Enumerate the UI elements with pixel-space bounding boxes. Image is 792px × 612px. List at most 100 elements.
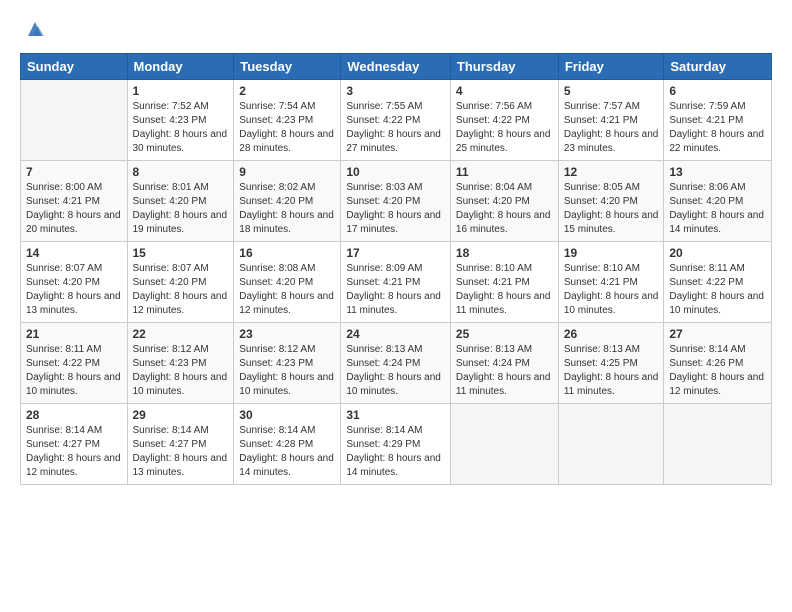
day-info: Sunrise: 7:59 AMSunset: 4:21 PMDaylight:… [669, 100, 766, 156]
daylight-text: Daylight: 8 hours and 10 minutes. [346, 372, 441, 397]
day-info: Sunrise: 8:12 AMSunset: 4:23 PMDaylight:… [239, 343, 335, 399]
calendar-cell [558, 404, 664, 485]
week-row-3: 14Sunrise: 8:07 AMSunset: 4:20 PMDayligh… [21, 242, 772, 323]
sunrise-text: Sunrise: 7:52 AM [133, 101, 209, 112]
day-info: Sunrise: 8:03 AMSunset: 4:20 PMDaylight:… [346, 181, 445, 237]
sunrise-text: Sunrise: 8:10 AM [564, 263, 640, 274]
day-number: 9 [239, 165, 335, 179]
sunset-text: Sunset: 4:20 PM [346, 196, 420, 207]
calendar-cell: 13Sunrise: 8:06 AMSunset: 4:20 PMDayligh… [664, 161, 772, 242]
sunrise-text: Sunrise: 8:08 AM [239, 263, 315, 274]
weekday-header-thursday: Thursday [450, 54, 558, 80]
day-info: Sunrise: 8:05 AMSunset: 4:20 PMDaylight:… [564, 181, 659, 237]
sunrise-text: Sunrise: 8:09 AM [346, 263, 422, 274]
calendar-cell: 1 Sunrise: 7:52 AMSunset: 4:23 PMDaylight… [127, 80, 234, 161]
calendar-cell: 25Sunrise: 8:13 AMSunset: 4:24 PMDayligh… [450, 323, 558, 404]
day-info: Sunrise: 8:11 AMSunset: 4:22 PMDaylight:… [26, 343, 122, 399]
day-number: 19 [564, 246, 659, 260]
calendar-cell: 24Sunrise: 8:13 AMSunset: 4:24 PMDayligh… [341, 323, 451, 404]
daylight-text: Daylight: 8 hours and 14 minutes. [346, 453, 441, 478]
sunrise-text: Sunrise: 8:14 AM [239, 425, 315, 436]
calendar-cell: 12 Sunrise: 8:05 AMSunset: 4:20 PMDayligh… [558, 161, 664, 242]
day-info: Sunrise: 7:56 AMSunset: 4:22 PMDaylight:… [456, 100, 553, 156]
sunset-text: Sunset: 4:21 PM [26, 196, 100, 207]
sunset-text: Sunset: 4:21 PM [564, 277, 638, 288]
daylight-text: Daylight: 8 hours and 12 minutes. [669, 372, 764, 397]
day-info: Sunrise: 7:57 AMSunset: 4:21 PMDaylight:… [564, 100, 659, 156]
header [20, 18, 772, 47]
sunrise-text: Sunrise: 8:11 AM [669, 263, 744, 274]
daylight-text: Daylight: 8 hours and 11 minutes. [346, 291, 441, 316]
daylight-text: Daylight: 8 hours and 13 minutes. [26, 291, 121, 316]
sunset-text: Sunset: 4:20 PM [239, 196, 313, 207]
day-number: 5 [564, 84, 659, 98]
daylight-text: Daylight: 8 hours and 10 minutes. [669, 291, 764, 316]
day-info: Sunrise: 8:09 AMSunset: 4:21 PMDaylight:… [346, 262, 445, 318]
sunrise-text: Sunrise: 7:56 AM [456, 101, 532, 112]
week-row-4: 21Sunrise: 8:11 AMSunset: 4:22 PMDayligh… [21, 323, 772, 404]
calendar-cell: 7Sunrise: 8:00 AMSunset: 4:21 PMDaylight… [21, 161, 128, 242]
sunrise-text: Sunrise: 8:00 AM [26, 182, 102, 193]
daylight-text: Daylight: 8 hours and 16 minutes. [456, 210, 551, 235]
calendar-cell: 4Sunrise: 7:56 AMSunset: 4:22 PMDaylight… [450, 80, 558, 161]
sunset-text: Sunset: 4:20 PM [669, 196, 743, 207]
calendar-cell: 10 Sunrise: 8:03 AMSunset: 4:20 PMDayligh… [341, 161, 451, 242]
day-number: 26 [564, 327, 659, 341]
daylight-text: Daylight: 8 hours and 10 minutes. [133, 372, 228, 397]
day-info: Sunrise: 8:07 AMSunset: 4:20 PMDaylight:… [26, 262, 122, 318]
day-number: 10 [346, 165, 445, 179]
week-row-5: 28Sunrise: 8:14 AMSunset: 4:27 PMDayligh… [21, 404, 772, 485]
calendar-cell: 21Sunrise: 8:11 AMSunset: 4:22 PMDayligh… [21, 323, 128, 404]
daylight-text: Daylight: 8 hours and 22 minutes. [669, 129, 764, 154]
sunrise-text: Sunrise: 8:01 AM [133, 182, 209, 193]
calendar-cell: 29Sunrise: 8:14 AMSunset: 4:27 PMDayligh… [127, 404, 234, 485]
day-info: Sunrise: 7:52 AMSunset: 4:23 PMDaylight:… [133, 100, 229, 156]
daylight-text: Daylight: 8 hours and 25 minutes. [456, 129, 551, 154]
day-number: 1 [133, 84, 229, 98]
weekday-header-row: SundayMondayTuesdayWednesdayThursdayFrid… [21, 54, 772, 80]
calendar-cell: 28Sunrise: 8:14 AMSunset: 4:27 PMDayligh… [21, 404, 128, 485]
day-info: Sunrise: 8:10 AMSunset: 4:21 PMDaylight:… [456, 262, 553, 318]
logo [20, 18, 46, 47]
sunset-text: Sunset: 4:23 PM [133, 358, 207, 369]
sunrise-text: Sunrise: 8:14 AM [669, 344, 745, 355]
sunset-text: Sunset: 4:29 PM [346, 439, 420, 450]
sunrise-text: Sunrise: 8:12 AM [239, 344, 315, 355]
day-number: 6 [669, 84, 766, 98]
weekday-header-friday: Friday [558, 54, 664, 80]
calendar-cell: 2Sunrise: 7:54 AMSunset: 4:23 PMDaylight… [234, 80, 341, 161]
daylight-text: Daylight: 8 hours and 11 minutes. [456, 372, 551, 397]
daylight-text: Daylight: 8 hours and 17 minutes. [346, 210, 441, 235]
sunset-text: Sunset: 4:27 PM [26, 439, 100, 450]
day-number: 17 [346, 246, 445, 260]
day-info: Sunrise: 8:11 AMSunset: 4:22 PMDaylight:… [669, 262, 766, 318]
sunrise-text: Sunrise: 8:11 AM [26, 344, 101, 355]
weekday-header-monday: Monday [127, 54, 234, 80]
day-number: 29 [133, 408, 229, 422]
calendar-cell [21, 80, 128, 161]
sunrise-text: Sunrise: 8:13 AM [564, 344, 640, 355]
calendar-cell [664, 404, 772, 485]
calendar-cell: 16Sunrise: 8:08 AMSunset: 4:20 PMDayligh… [234, 242, 341, 323]
day-number: 22 [133, 327, 229, 341]
day-number: 23 [239, 327, 335, 341]
calendar-cell: 17 Sunrise: 8:09 AMSunset: 4:21 PMDayligh… [341, 242, 451, 323]
calendar-cell: 8Sunrise: 8:01 AMSunset: 4:20 PMDaylight… [127, 161, 234, 242]
calendar-cell: 3Sunrise: 7:55 AMSunset: 4:22 PMDaylight… [341, 80, 451, 161]
daylight-text: Daylight: 8 hours and 30 minutes. [133, 129, 228, 154]
sunset-text: Sunset: 4:26 PM [669, 358, 743, 369]
sunset-text: Sunset: 4:28 PM [239, 439, 313, 450]
calendar-cell: 14Sunrise: 8:07 AMSunset: 4:20 PMDayligh… [21, 242, 128, 323]
sunrise-text: Sunrise: 7:54 AM [239, 101, 315, 112]
sunrise-text: Sunrise: 8:05 AM [564, 182, 640, 193]
day-number: 12 [564, 165, 659, 179]
sunset-text: Sunset: 4:24 PM [456, 358, 530, 369]
calendar-cell: 6 Sunrise: 7:59 AMSunset: 4:21 PMDaylight… [664, 80, 772, 161]
sunrise-text: Sunrise: 8:12 AM [133, 344, 209, 355]
daylight-text: Daylight: 8 hours and 11 minutes. [456, 291, 551, 316]
daylight-text: Daylight: 8 hours and 14 minutes. [669, 210, 764, 235]
sunset-text: Sunset: 4:21 PM [669, 115, 743, 126]
day-number: 31 [346, 408, 445, 422]
day-info: Sunrise: 7:55 AMSunset: 4:22 PMDaylight:… [346, 100, 445, 156]
day-info: Sunrise: 8:01 AMSunset: 4:20 PMDaylight:… [133, 181, 229, 237]
